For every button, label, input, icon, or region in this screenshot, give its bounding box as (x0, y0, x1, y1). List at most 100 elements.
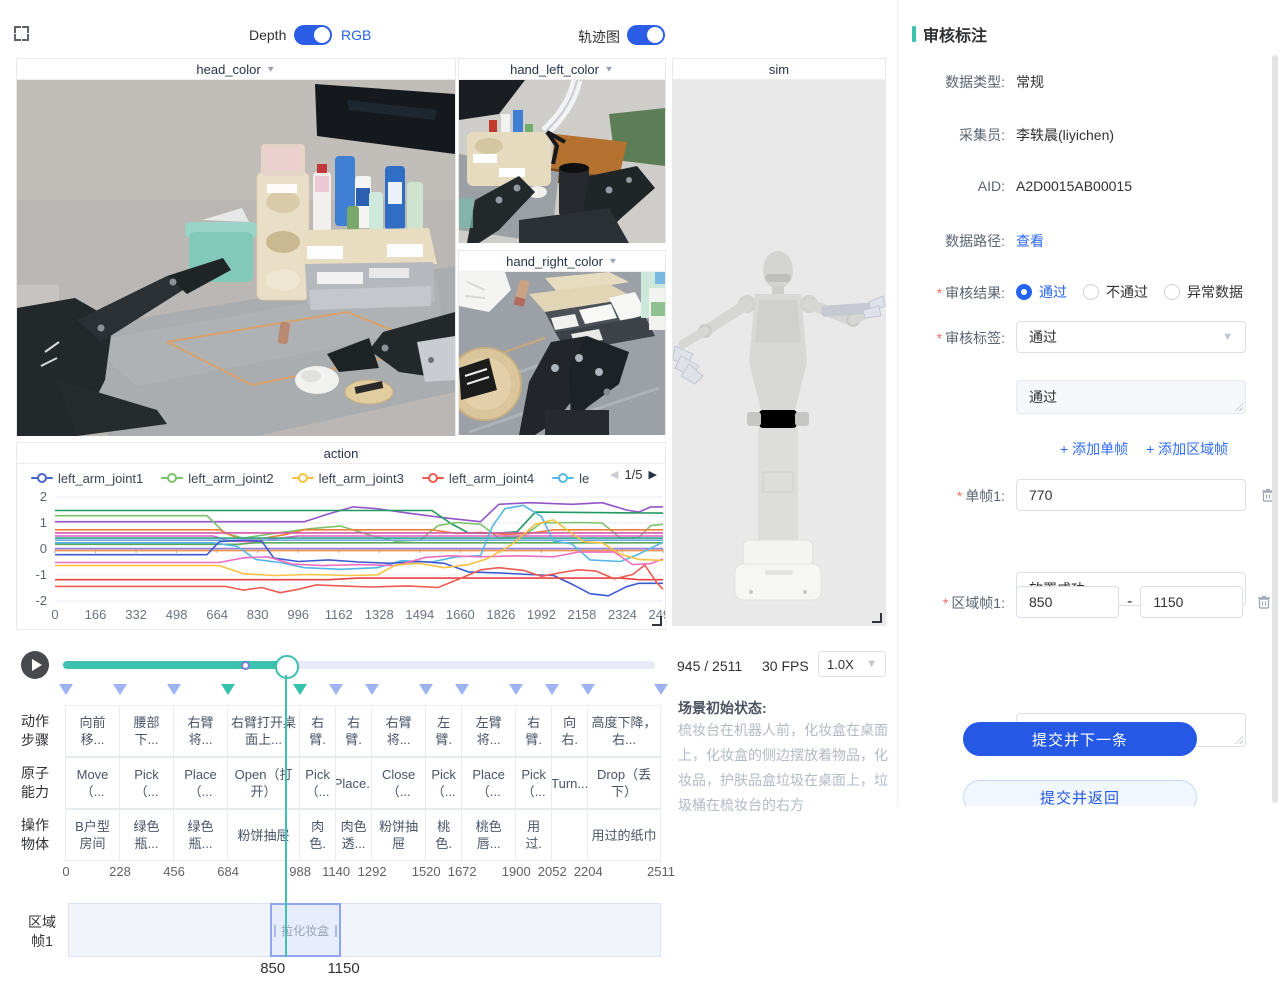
segment-marker-2511[interactable] (654, 684, 668, 695)
legend-item-left_arm_joint4[interactable]: left_arm_joint4 (422, 471, 534, 486)
delete-region-frame-icon[interactable] (1256, 594, 1272, 610)
region-start-input[interactable]: 850 (1016, 586, 1119, 618)
trajectory-toggle[interactable] (627, 25, 665, 45)
segment-marker-1672[interactable] (455, 684, 469, 695)
chart-resize-handle[interactable] (652, 616, 662, 626)
step-cell: 高度下降，右... (587, 705, 661, 757)
segment-marker-684[interactable] (221, 684, 235, 695)
atomic-ability-row: Move（...Pick（...Place（...Open（打开）Pick（..… (66, 757, 661, 809)
hand-right-camera-header[interactable]: hand_right_color ▼ (459, 251, 665, 272)
single-frame-label: *单帧1: (898, 479, 1005, 506)
head-camera-header[interactable]: head_color ▼ (17, 59, 455, 80)
review-tag-select[interactable]: 通过 ▼ (1016, 321, 1246, 353)
radio-label: 不通过 (1106, 282, 1148, 302)
region-frame-bar[interactable]: 拉化妆盒 (68, 903, 661, 957)
segment-marker-1140[interactable] (329, 684, 343, 695)
hand-left-camera-panel: hand_left_color ▼ (458, 58, 666, 243)
ability-cell: Open（打开） (227, 757, 300, 809)
resize-grip-icon[interactable] (1234, 402, 1243, 411)
frame-axis-tick: 2511 (647, 864, 675, 879)
speed-value: 1.0X (827, 657, 854, 672)
legend-next-icon[interactable]: ▶ (649, 468, 657, 481)
region-grip-left[interactable] (274, 925, 276, 937)
progress-handle[interactable] (275, 655, 299, 679)
play-button[interactable] (21, 651, 49, 679)
region-end-input[interactable]: 1150 (1140, 586, 1243, 618)
legend-item-left_arm_joint1[interactable]: left_arm_joint1 (31, 471, 143, 486)
legend-item-left_arm_joint3[interactable]: left_arm_joint3 (292, 471, 404, 486)
add-single-frame-button[interactable]: + 添加单帧 (1060, 439, 1128, 459)
sim-viewport[interactable] (673, 80, 885, 626)
legend-label: le (579, 471, 589, 486)
add-region-frame-button[interactable]: + 添加区域帧 (1146, 439, 1228, 459)
step-cell: 右臂. (335, 705, 372, 757)
joint-line-chart[interactable]: 210-1-2 (17, 489, 665, 607)
radio-unchecked-icon[interactable] (1164, 284, 1180, 300)
chart-x-tick: 996 (287, 607, 309, 622)
frame-axis-tick: 1520 (412, 864, 441, 879)
progress-track[interactable] (63, 661, 655, 669)
depth-rgb-toggle[interactable] (294, 25, 332, 45)
sim-resize-handle[interactable] (872, 613, 882, 623)
current-frame-line[interactable] (285, 675, 287, 957)
required-icon: * (957, 488, 962, 504)
object-cell: 桃色唇... (461, 809, 516, 861)
fullscreen-icon[interactable] (14, 26, 29, 41)
frame-axis-tick: 1140 (322, 864, 350, 879)
region-grip-right[interactable] (335, 925, 337, 937)
info-value: A2D0015AB00015 (1016, 171, 1132, 194)
required-icon: * (937, 330, 942, 346)
radio-option-异常数据[interactable]: 异常数据 (1164, 282, 1243, 302)
review-tag-row: *审核标签: 通过 ▼ (898, 321, 1280, 353)
chart-y-tick: 2 (40, 489, 47, 504)
segment-marker-2204[interactable] (581, 684, 595, 695)
ability-cell: Place（... (461, 757, 516, 809)
radio-option-不通过[interactable]: 不通过 (1083, 282, 1148, 302)
segment-marker-1900[interactable] (509, 684, 523, 695)
segment-marker-228[interactable] (113, 684, 127, 695)
sim-header: sim (673, 59, 885, 80)
single-frame-input[interactable]: 770 (1016, 479, 1246, 511)
segment-marker-988[interactable] (293, 684, 307, 695)
chart-x-tick: 664 (206, 607, 228, 622)
single-frame-dot-marker[interactable] (241, 661, 250, 670)
speed-select[interactable]: 1.0X ▼ (818, 651, 886, 677)
object-cell: 绿色瓶... (119, 809, 174, 861)
hand-left-camera-header[interactable]: hand_left_color ▼ (459, 59, 665, 80)
radio-option-通过[interactable]: 通过 (1016, 282, 1067, 302)
chart-x-tick: 2324 (608, 607, 637, 622)
required-icon: * (943, 595, 948, 611)
head-camera-image (17, 80, 455, 436)
segment-marker-0[interactable] (59, 684, 73, 695)
region-frame-segment[interactable]: 拉化妆盒 (270, 903, 341, 957)
radio-checked-icon[interactable] (1016, 284, 1032, 300)
chart-x-tick: 1992 (527, 607, 556, 622)
object-cell: 肉色. (299, 809, 336, 861)
region-end-value: 1150 (327, 960, 359, 977)
chart-y-tick: -1 (35, 567, 47, 582)
segment-marker-456[interactable] (167, 684, 181, 695)
data-path-view-link[interactable]: 查看 (1016, 224, 1044, 251)
frame-axis-tick: 2204 (574, 864, 603, 879)
ability-cell: Pick（... (425, 757, 462, 809)
segment-marker-2052[interactable] (545, 684, 559, 695)
submit-return-button[interactable]: 提交并返回 (963, 780, 1197, 806)
object-cell: 肉色透... (335, 809, 372, 861)
review-tag-note[interactable]: 通过 (1016, 380, 1246, 414)
scrollbar-thumb[interactable] (1272, 55, 1278, 803)
submit-next-button[interactable]: 提交并下一条 (963, 722, 1197, 756)
region-segment-label: 拉化妆盒 (281, 922, 329, 939)
legend-prev-icon[interactable]: ◀ (610, 468, 618, 481)
hand-right-camera-illustration (459, 272, 665, 435)
resize-grip-icon[interactable] (1234, 735, 1243, 744)
legend-item-le[interactable]: le (552, 471, 589, 486)
segment-marker-1292[interactable] (365, 684, 379, 695)
range-separator: - (1127, 593, 1132, 611)
segment-marker-1520[interactable] (419, 684, 433, 695)
sim-title: sim (769, 62, 789, 77)
legend-item-left_arm_joint2[interactable]: left_arm_joint2 (161, 471, 273, 486)
radio-unchecked-icon[interactable] (1083, 284, 1099, 300)
hand-left-camera-image (459, 80, 665, 243)
chart-x-tick: 830 (247, 607, 269, 622)
chart-x-tick: 498 (166, 607, 188, 622)
